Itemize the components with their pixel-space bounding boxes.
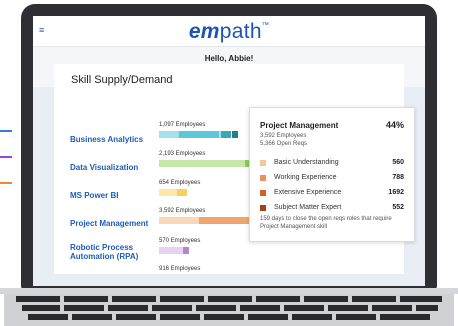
bar-segment <box>179 131 219 138</box>
key <box>248 314 288 320</box>
key <box>352 296 396 302</box>
bar-segment <box>159 247 183 254</box>
tooltip-row: Basic Understanding 560 <box>260 158 404 168</box>
employee-count: 570 Employees <box>159 238 201 244</box>
key <box>160 296 204 302</box>
tooltip-footer: 159 days to close the open reqs roles th… <box>260 216 392 230</box>
key <box>64 296 108 302</box>
top-bar: ≡ empath™ <box>33 16 425 47</box>
employee-count: 654 Employees <box>159 180 201 186</box>
key <box>380 314 430 320</box>
key <box>112 296 156 302</box>
row-value: 552 <box>392 204 404 211</box>
key <box>208 296 252 302</box>
laptop-screen: ≡ empath™ Hello, Abbie! Skill Supply/Dem… <box>33 16 425 286</box>
skill-robotic-process-automation[interactable]: Robotic Process Automation (RPA) <box>70 243 152 261</box>
row-label: Extensive Experience <box>274 189 342 196</box>
row-label: Basic Understanding <box>274 159 339 166</box>
employee-count: 3,592 Employees <box>159 208 206 214</box>
key <box>196 305 236 311</box>
empath-logo[interactable]: empath™ <box>33 20 425 44</box>
bar-segment <box>232 131 238 138</box>
key <box>22 305 60 311</box>
key <box>116 314 156 320</box>
row-value: 560 <box>392 159 404 166</box>
key <box>108 305 148 311</box>
key <box>240 305 280 311</box>
tooltip-employees: 3,592 Employees <box>260 133 307 139</box>
key-row <box>16 296 442 302</box>
keyboard <box>16 296 442 326</box>
bar-segment <box>183 247 189 254</box>
key <box>256 296 300 302</box>
key <box>292 314 332 320</box>
logo-trademark: ™ <box>261 22 270 29</box>
tooltip-title: Project Management <box>260 121 339 130</box>
bar-segment <box>177 189 187 196</box>
legend-swatch <box>260 175 266 181</box>
skill-project-management[interactable]: Project Management <box>70 219 148 228</box>
bar-segment <box>159 160 245 167</box>
legend-swatch <box>260 205 266 211</box>
key-row <box>16 305 442 311</box>
employee-count: 916 Employees <box>159 266 201 272</box>
row-label: Subject Matter Expert <box>274 204 342 211</box>
key <box>284 305 324 311</box>
legend-swatch <box>260 160 266 166</box>
greeting-text: Hello, Abbie! <box>204 54 254 63</box>
bar-segment <box>159 217 199 224</box>
employee-count: 1,097 Employees <box>159 122 206 128</box>
panel-title: Skill Supply/Demand <box>71 74 173 86</box>
skill-tooltip: Project Management 44% 3,592 Employees 5… <box>249 107 415 242</box>
legend-swatch <box>260 190 266 196</box>
skill-business-analytics[interactable]: Business Analytics <box>70 135 143 144</box>
key-row <box>16 314 442 320</box>
key <box>16 296 60 302</box>
blue-mark <box>0 130 12 132</box>
key <box>160 314 200 320</box>
row-value: 1692 <box>388 189 404 196</box>
key <box>152 305 192 311</box>
key <box>400 296 442 302</box>
row-value: 788 <box>392 174 404 181</box>
key <box>372 305 412 311</box>
logo-bold: em <box>188 20 220 43</box>
skill-bar[interactable] <box>159 247 199 254</box>
row-label: Working Experience <box>274 174 337 181</box>
purple-mark <box>0 156 12 158</box>
employee-count: 2,193 Employees <box>159 151 206 157</box>
key <box>336 314 376 320</box>
tooltip-row: Extensive Experience 1692 <box>260 188 404 198</box>
skill-bar[interactable] <box>159 189 189 196</box>
key <box>72 314 112 320</box>
bar-segment <box>159 189 177 196</box>
key <box>328 305 368 311</box>
tooltip-row: Subject Matter Expert 552 <box>260 203 404 213</box>
key <box>64 305 104 311</box>
key <box>416 305 438 311</box>
tooltip-open-reqs: 5,366 Open Reqs <box>260 141 308 147</box>
orange-mark <box>0 182 12 184</box>
logo-light: path <box>219 20 262 43</box>
tooltip-percent: 44% <box>385 120 404 130</box>
bar-segment <box>221 131 231 138</box>
skill-ms-power-bi[interactable]: MS Power BI <box>70 191 118 200</box>
key <box>204 314 244 320</box>
tooltip-row: Working Experience 788 <box>260 173 404 183</box>
skill-data-visualization[interactable]: Data Visualization <box>70 163 138 172</box>
key <box>304 296 348 302</box>
key <box>28 314 68 320</box>
